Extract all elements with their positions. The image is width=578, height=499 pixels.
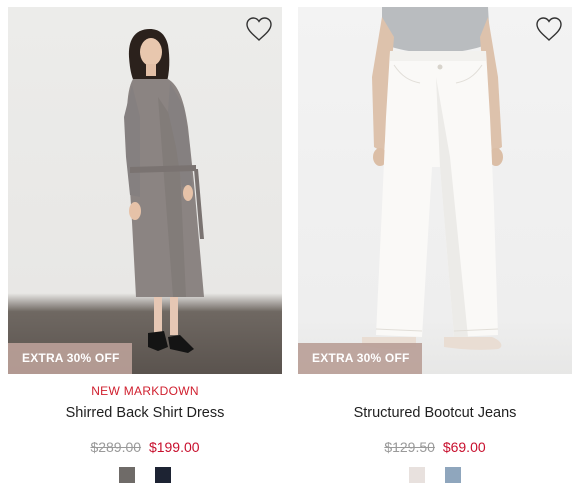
product-price: $289.00 $199.00 bbox=[8, 438, 282, 456]
product-image[interactable]: EXTRA 30% OFF bbox=[298, 7, 572, 374]
color-swatches bbox=[8, 467, 282, 483]
product-info: Structured Bootcut Jeans $129.50 $69.00 bbox=[298, 384, 572, 483]
product-info: NEW MARKDOWN Shirred Back Shirt Dress $2… bbox=[8, 384, 282, 483]
jeans-model-photo bbox=[362, 7, 503, 350]
sale-price: $69.00 bbox=[442, 439, 486, 455]
promo-badge: EXTRA 30% OFF bbox=[298, 343, 422, 374]
product-grid: EXTRA 30% OFF NEW MARKDOWN Shirred Back … bbox=[8, 7, 572, 499]
product-image[interactable]: EXTRA 30% OFF bbox=[8, 7, 282, 374]
color-swatch-gray[interactable] bbox=[119, 467, 135, 483]
promo-badge: EXTRA 30% OFF bbox=[8, 343, 132, 374]
product-name[interactable]: Shirred Back Shirt Dress bbox=[8, 404, 282, 422]
color-swatch-blush[interactable] bbox=[409, 467, 425, 483]
dress-model-photo bbox=[124, 29, 204, 353]
color-swatch-navy[interactable] bbox=[155, 467, 171, 483]
product-card[interactable]: EXTRA 30% OFF NEW MARKDOWN Shirred Back … bbox=[8, 7, 282, 483]
color-swatches bbox=[298, 467, 572, 483]
product-name[interactable]: Structured Bootcut Jeans bbox=[298, 404, 572, 422]
original-price: $289.00 bbox=[90, 439, 142, 455]
heart-outline-icon[interactable] bbox=[535, 16, 563, 42]
markdown-label bbox=[298, 384, 572, 398]
heart-outline-icon[interactable] bbox=[245, 16, 273, 42]
sale-price: $199.00 bbox=[148, 439, 200, 455]
color-swatch-light-blue[interactable] bbox=[445, 467, 461, 483]
markdown-label: NEW MARKDOWN bbox=[91, 384, 199, 398]
product-card[interactable]: EXTRA 30% OFF Structured Bootcut Jeans $… bbox=[298, 7, 572, 483]
product-price: $129.50 $69.00 bbox=[298, 438, 572, 456]
original-price: $129.50 bbox=[384, 439, 435, 455]
